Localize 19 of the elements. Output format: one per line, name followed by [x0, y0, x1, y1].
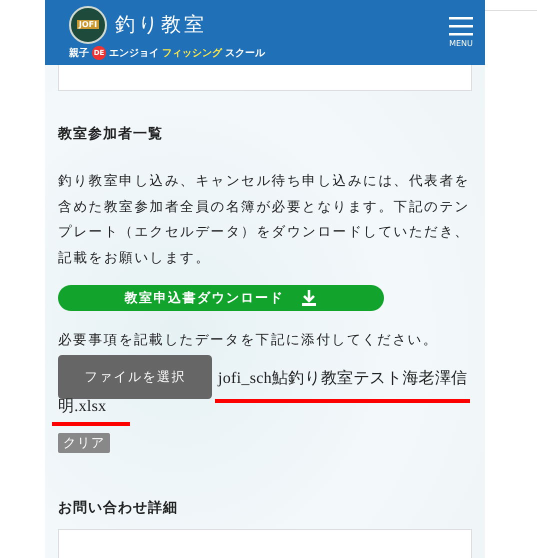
section-heading: お問い合わせ詳細 — [58, 499, 179, 517]
text-field[interactable] — [58, 65, 472, 91]
clear-button[interactable]: クリア — [58, 433, 110, 453]
site-title[interactable]: 釣り教室 — [115, 11, 207, 38]
tagline-text: エンジョイ — [109, 46, 159, 60]
emblem-text: JOFI — [76, 20, 100, 29]
tagline-text: 親子 — [69, 46, 89, 60]
description-text: 釣り教室申し込み、キャンセル待ち申し込みには、代表者を含めた教室参加者全員の名簿が必要となります。下記のテンプレート（エクセルデータ）をダウンロードしていただき、記載をお願いします。 — [58, 172, 471, 268]
menu-icon[interactable] — [449, 17, 473, 36]
section-heading: 教室参加者一覧 — [58, 125, 164, 143]
choose-file-button[interactable]: ファイルを選択 — [58, 355, 212, 399]
menu-label[interactable]: MENU — [449, 39, 473, 48]
instruction-text: 必要事項を記載したデータを下記に添付してください。 — [58, 331, 439, 349]
file-name: jofi_sch鮎釣り教室テスト海老澤信 — [218, 369, 468, 389]
file-name: 明.xlsx — [58, 398, 106, 415]
download-button[interactable]: 教室申込書ダウンロード — [58, 285, 384, 311]
tagline-text: スクール — [225, 46, 265, 60]
tagline-highlight: フィッシング — [162, 46, 222, 60]
download-icon — [300, 289, 318, 307]
